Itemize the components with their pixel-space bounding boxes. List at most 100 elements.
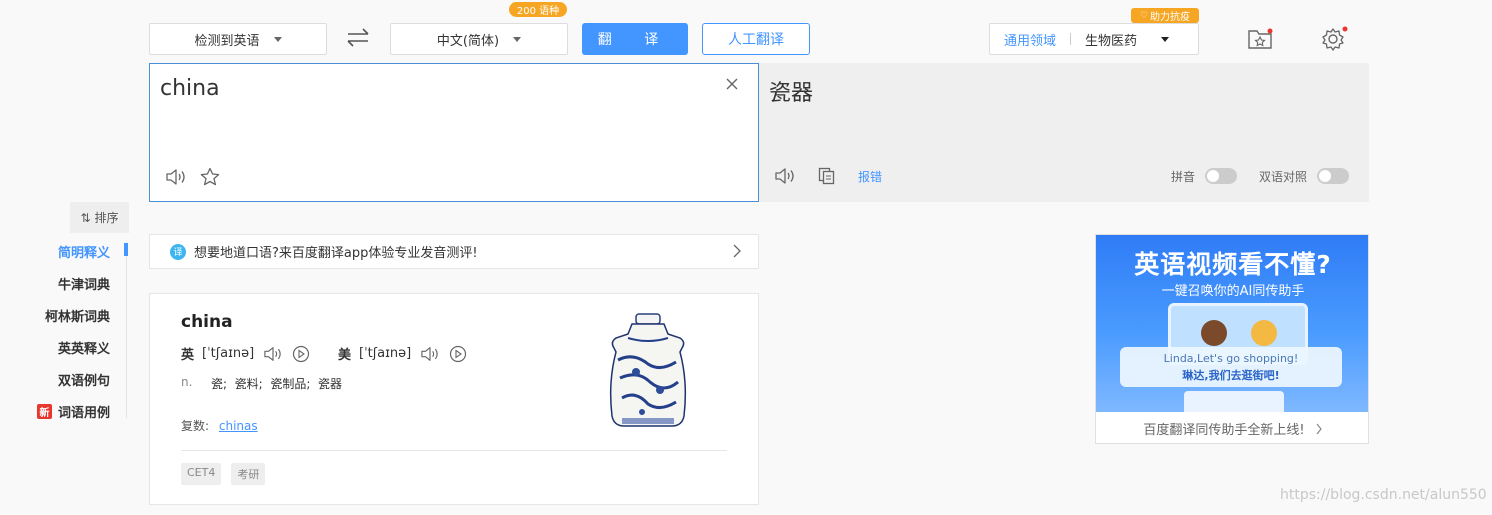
copy-icon <box>818 167 835 185</box>
target-text: 瓷器 <box>769 81 814 106</box>
uk-label: 英 <box>181 348 195 363</box>
sidebar-item-english-english[interactable]: 英英释义 <box>58 338 110 357</box>
human-translate-button[interactable]: 人工翻译 <box>702 23 810 55</box>
word-image <box>598 312 698 430</box>
app-logo-icon: 译 <box>170 243 186 260</box>
play-circle-icon <box>293 345 310 362</box>
bilingual-toggle[interactable] <box>1317 168 1349 184</box>
ad-keyboard <box>1184 391 1284 412</box>
copy-button[interactable] <box>817 166 837 186</box>
ad-bubble-english: Linda,Let's go shopping! <box>1163 352 1299 365</box>
favorites-button[interactable] <box>1247 27 1275 51</box>
translate-button[interactable]: 翻 译 <box>582 23 688 55</box>
source-language-label: 检测到英语 <box>194 33 260 49</box>
bilingual-label: 双语对照 <box>1259 170 1308 184</box>
sidebar-item-bilingual-examples[interactable]: 双语例句 <box>58 370 110 389</box>
star-icon <box>200 167 220 186</box>
exam-tag: 考研 <box>231 463 266 485</box>
folder-star-icon <box>1248 28 1273 49</box>
ad-speech-bubble: Linda,Let's go shopping! 琳达,我们去逛街吧! <box>1120 347 1342 387</box>
settings-button[interactable] <box>1320 26 1348 52</box>
uk-speaker-button[interactable] <box>262 345 284 363</box>
ad-headline: 英语视频看不懂? <box>1134 250 1332 279</box>
sort-label: 排序 <box>94 211 119 225</box>
target-language-label: 中文(简体) <box>436 33 500 49</box>
domain-label: 通用领域 <box>1004 33 1057 49</box>
ad-subhead: 一键召唤你的AI同传助手 <box>1161 284 1305 299</box>
clear-button[interactable] <box>724 76 740 92</box>
sidebar-item-collins[interactable]: 柯林斯词典 <box>45 306 110 325</box>
pronunciation-uk: 英 [ˈtʃaɪnə] <box>181 344 310 363</box>
target-output-panel: 瓷器 报错 拼音 双语对照 <box>759 63 1369 202</box>
us-pronunciation-test-button[interactable] <box>449 345 467 363</box>
speaker-icon <box>264 346 282 361</box>
plural-link[interactable]: chinas <box>219 419 258 433</box>
definition-row: n. 瓷; 瓷料; 瓷制品; 瓷器 <box>181 375 342 392</box>
plural-label: 复数: <box>181 419 210 433</box>
us-speaker-button[interactable] <box>419 345 441 363</box>
us-label: 美 <box>338 348 352 363</box>
source-favorite-button[interactable] <box>199 167 221 187</box>
play-circle-icon <box>450 345 467 362</box>
sidebar-item-oxford[interactable]: 牛津词典 <box>58 274 110 293</box>
domain-badge-label: 助力抗疫 <box>1150 12 1191 23</box>
sidebar-item-usage[interactable]: 新 词语用例 <box>36 402 110 421</box>
swap-icon <box>347 28 369 47</box>
heart-icon: ♡ <box>1139 10 1149 21</box>
watermark: https://blog.csdn.net/alun550 <box>1280 487 1487 503</box>
us-phonetic: [ˈtʃaɪnə] <box>359 346 412 361</box>
report-error-link[interactable]: 报错 <box>858 168 882 185</box>
source-input-panel[interactable]: china <box>149 63 759 202</box>
part-of-speech: n. <box>181 375 193 389</box>
swap-languages-button[interactable] <box>344 26 372 48</box>
uk-phonetic: [ˈtʃaɪnə] <box>202 346 255 361</box>
sidebar-item-label: 词语用例 <box>57 406 110 421</box>
promo-banner[interactable]: 译 想要地道口语?来百度翻译app体验专业发音测评! <box>149 234 759 269</box>
caret-down-icon <box>1161 36 1170 42</box>
target-language-select[interactable]: 中文(简体) <box>390 23 568 55</box>
chevron-right-icon <box>1315 423 1323 435</box>
speaker-icon <box>775 168 794 184</box>
close-icon <box>726 78 738 90</box>
uk-pronunciation-test-button[interactable] <box>292 345 310 363</box>
sidebar-item-concise[interactable]: 简明释义 <box>58 242 110 261</box>
chevron-right-icon <box>732 242 742 264</box>
language-count-badge: 200 语种 <box>509 2 567 17</box>
source-text[interactable]: china <box>160 76 220 101</box>
sidebar-track <box>126 242 127 418</box>
headword: china <box>181 312 233 332</box>
ad-bubble-chinese: 琳达,我们去逛街吧! <box>1182 369 1280 382</box>
divider <box>181 450 727 451</box>
promo-text: 想要地道口语?来百度翻译app体验专业发音测评! <box>194 246 478 261</box>
domain-select[interactable]: 通用领域 生物医药 <box>989 23 1199 55</box>
source-speak-button[interactable] <box>165 167 187 187</box>
porcelain-vase-image <box>609 313 687 427</box>
chevron-down-icon <box>273 36 282 42</box>
speaker-icon <box>421 346 439 361</box>
pronunciation-us: 美 [ˈtʃaɪnə] <box>338 344 467 363</box>
source-language-select[interactable]: 检测到英语 <box>149 23 327 55</box>
exam-tag: CET4 <box>181 463 222 485</box>
sort-icon: ⇅ <box>80 210 91 225</box>
sort-button[interactable]: ⇅ 排序 <box>70 202 129 233</box>
avatar <box>1201 320 1227 346</box>
gear-icon <box>1322 26 1348 51</box>
target-speak-button[interactable] <box>774 166 796 186</box>
meanings: 瓷; 瓷料; 瓷制品; 瓷器 <box>211 377 343 391</box>
chevron-down-icon <box>513 36 522 42</box>
ad-image: 英语视频看不懂? 一键召唤你的AI同传助手 Linda,Let's go sho… <box>1096 235 1368 412</box>
ad-caption: 百度翻译同传助手全新上线! <box>1143 423 1305 438</box>
divider <box>1070 33 1072 45</box>
avatar <box>1251 320 1277 346</box>
ad-banner[interactable]: 英语视频看不懂? 一键召唤你的AI同传助手 Linda,Let's go sho… <box>1095 234 1369 444</box>
tag-list: CET4 考研 <box>181 463 266 485</box>
plural-row: 复数: chinas <box>181 417 258 434</box>
pinyin-label: 拼音 <box>1171 170 1196 184</box>
domain-badge: ♡ 助力抗疫 <box>1131 8 1199 23</box>
pinyin-toggle[interactable] <box>1205 168 1237 184</box>
new-badge: 新 <box>36 404 52 419</box>
domain-value: 生物医药 <box>1085 33 1138 49</box>
dictionary-card: china 英 [ˈtʃaɪnə] 美 [ˈtʃaɪnə] n. 瓷; 瓷料; … <box>149 293 759 505</box>
sidebar-nav: 简明释义 牛津词典 柯林斯词典 英英释义 双语例句 新 词语用例 <box>0 240 110 421</box>
ad-caption-row: 百度翻译同传助手全新上线! <box>1096 412 1368 443</box>
